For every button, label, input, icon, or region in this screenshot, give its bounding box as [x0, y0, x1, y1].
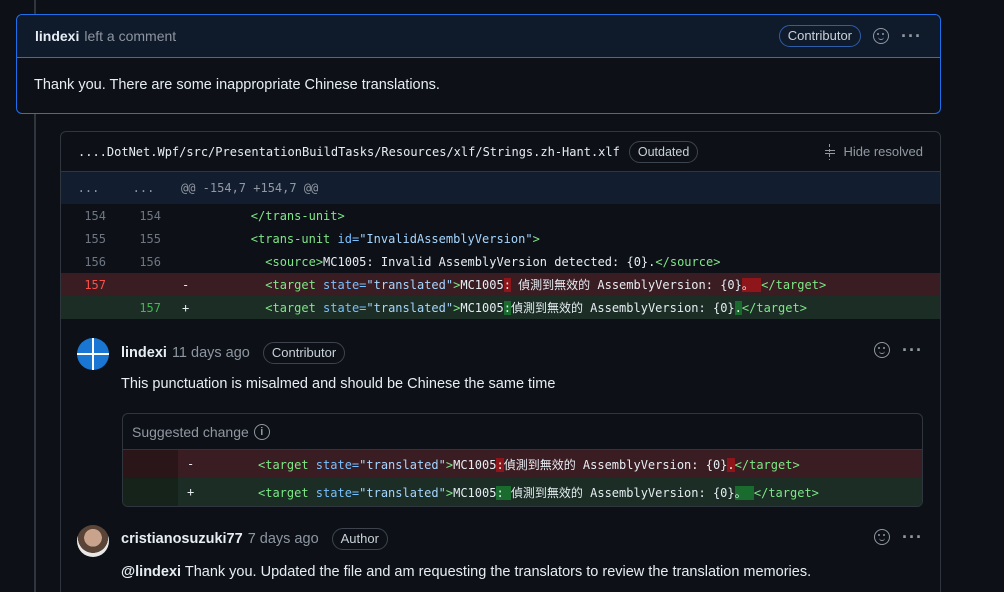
- add-reaction-button[interactable]: [874, 529, 891, 545]
- suggestion-gutter: [123, 478, 178, 506]
- diff-sign: -: [187, 457, 195, 471]
- suggestion-gutter: [123, 450, 178, 478]
- expand-down-button[interactable]: ...: [116, 181, 171, 195]
- diff-sign: +: [182, 300, 190, 315]
- kebab-horizontal-icon: ···: [902, 340, 923, 360]
- diff-code: <source>MC1005: Invalid AssemblyVersion …: [265, 254, 721, 269]
- review-comment-header: lindexi left a comment Contributor ···: [17, 15, 940, 58]
- suggested-change-title: Suggested change: [132, 423, 249, 440]
- diff-code: </trans-unit>: [250, 208, 345, 223]
- hunk-range: @@ -154,7 +154,7 @@: [181, 181, 319, 195]
- line-number-left[interactable]: 156: [61, 255, 116, 269]
- smiley-icon: [874, 529, 891, 545]
- contributor-badge: Contributor: [778, 25, 862, 47]
- comment-timestamp[interactable]: 11 days ago: [172, 345, 250, 361]
- diff-row-added: 157 + <target state="translated">MC1005:…: [61, 296, 940, 319]
- more-options-button[interactable]: ···: [902, 340, 923, 360]
- diff-sign: +: [187, 485, 195, 499]
- diff-table: ... ... @@ -154,7 +154,7 @@ 154 154 </tr…: [61, 172, 940, 319]
- comment-header: lindexi 11 days ago Contributor: [121, 341, 346, 365]
- comment-author[interactable]: lindexi: [121, 345, 167, 361]
- suggested-change: Suggested change i - <target state="tran…: [122, 413, 923, 507]
- line-number-right[interactable]: 156: [116, 255, 171, 269]
- diff-row: 154 154 </trans-unit>: [61, 204, 940, 227]
- line-number-left[interactable]: 155: [61, 232, 116, 246]
- hide-resolved-label: Hide resolved: [843, 144, 924, 159]
- add-reaction-button[interactable]: [874, 342, 891, 358]
- comment-header: cristianosuzuki77 7 days ago Author: [121, 527, 388, 551]
- line-number-right[interactable]: 157: [116, 301, 171, 315]
- review-author[interactable]: lindexi: [35, 28, 79, 44]
- line-number-left[interactable]: 154: [61, 209, 116, 223]
- more-options-button[interactable]: ···: [902, 527, 923, 547]
- avatar[interactable]: [77, 338, 109, 370]
- diff-hunk-header: ... ... @@ -154,7 +154,7 @@: [61, 172, 940, 204]
- review-body: Thank you. There are some inappropriate …: [34, 77, 440, 93]
- info-icon[interactable]: i: [253, 423, 270, 440]
- line-number-right[interactable]: 154: [116, 209, 171, 223]
- comment-actions: ···: [862, 525, 923, 549]
- suggested-change-header: Suggested change i: [123, 414, 922, 450]
- diff-sign: -: [182, 277, 190, 292]
- smiley-icon: [874, 342, 891, 358]
- comment-actions: ···: [862, 338, 923, 362]
- expand-up-button[interactable]: ...: [61, 181, 116, 195]
- review-action-text: left a comment: [84, 28, 177, 44]
- comment-body: @lindexi Thank you. Updated the file and…: [121, 564, 812, 580]
- diff-row: 155 155 <trans-unit id="InvalidAssemblyV…: [61, 227, 940, 250]
- suggestion-row-added: + <target state="translated">MC1005: 偵測到…: [123, 478, 922, 506]
- comment-timestamp[interactable]: 7 days ago: [248, 531, 319, 547]
- line-number-left[interactable]: 157: [61, 277, 116, 292]
- diff-code: <target state="translated">MC1005: 偵測到無效…: [265, 278, 827, 292]
- diff-code: <trans-unit id="InvalidAssemblyVersion">: [250, 231, 540, 246]
- diff-code: <target state="translated">MC1005:偵測到無效的…: [265, 301, 807, 315]
- smiley-icon: [873, 28, 890, 44]
- unfold-icon: [824, 143, 836, 160]
- diff-row: 156 156 <source>MC1005: Invalid Assembly…: [61, 250, 940, 273]
- author-badge: Author: [331, 528, 388, 550]
- suggestion-code: <target state="translated">MC1005:偵測到無效的…: [258, 457, 800, 472]
- user-mention[interactable]: @lindexi: [121, 564, 181, 580]
- hide-resolved-button[interactable]: Hide resolved: [824, 143, 924, 160]
- review-comment: lindexi left a comment Contributor ··· T…: [16, 14, 941, 114]
- file-header: ....DotNet.Wpf/src/PresentationBuildTask…: [61, 132, 940, 172]
- file-path-link[interactable]: ....DotNet.Wpf/src/PresentationBuildTask…: [78, 145, 620, 159]
- kebab-horizontal-icon: ···: [901, 26, 922, 46]
- line-number-right[interactable]: 155: [116, 232, 171, 246]
- more-options-button[interactable]: ···: [901, 26, 922, 46]
- avatar[interactable]: [77, 525, 109, 557]
- suggestion-row-deleted: - <target state="translated">MC1005:偵測到無…: [123, 450, 922, 478]
- add-reaction-button[interactable]: [873, 28, 890, 44]
- diff-row-deleted: 157 - <target state="translated">MC1005:…: [61, 273, 940, 296]
- suggestion-code: <target state="translated">MC1005: 偵測到無效…: [258, 485, 819, 500]
- contributor-badge: Contributor: [262, 342, 346, 364]
- comment-body: This punctuation is misalmed and should …: [121, 376, 556, 392]
- kebab-horizontal-icon: ···: [902, 527, 923, 547]
- outdated-badge: Outdated: [628, 140, 699, 163]
- comment-author[interactable]: cristianosuzuki77: [121, 531, 243, 547]
